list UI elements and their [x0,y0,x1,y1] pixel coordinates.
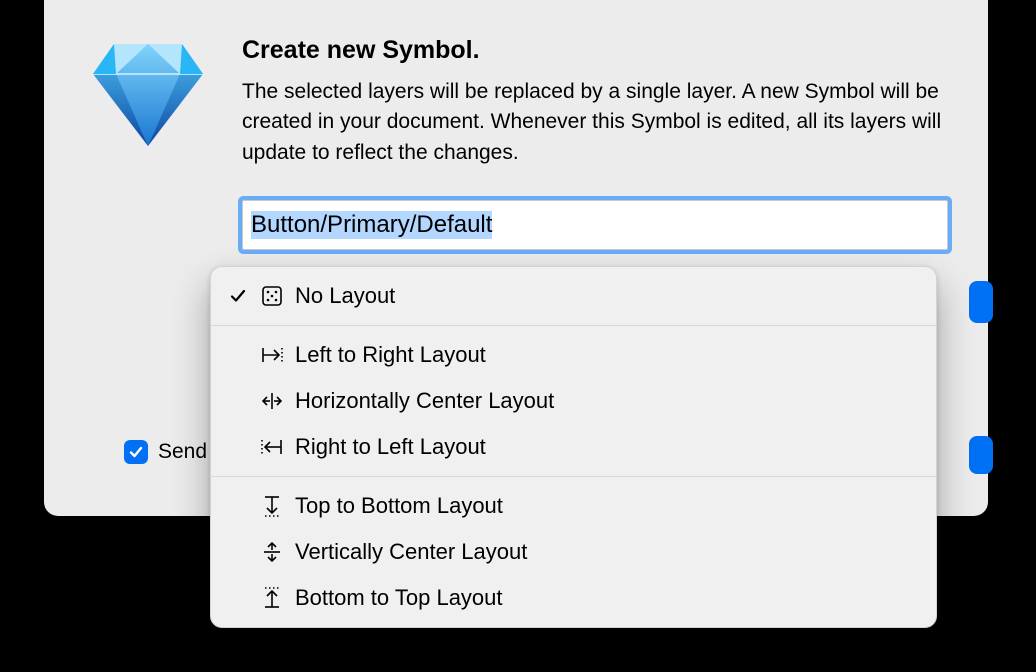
menu-separator [211,325,936,326]
arrow-down-bar-icon [259,494,285,518]
layout-option-ltr[interactable]: Left to Right Layout [211,332,936,378]
arrow-right-bar-icon [259,345,285,365]
checkbox-checked-icon[interactable] [124,440,148,464]
layout-option-ttb[interactable]: Top to Bottom Layout [211,483,936,529]
layout-option-hcenter[interactable]: Horizontally Center Layout [211,378,936,424]
dialog-title: Create new Symbol. [242,36,948,65]
checkmark-icon [227,287,249,305]
layout-option-label: Horizontally Center Layout [295,388,554,414]
layout-option-btt[interactable]: Bottom to Top Layout [211,575,936,621]
layout-option-rtl[interactable]: Right to Left Layout [211,424,936,470]
menu-separator [211,476,936,477]
arrows-v-center-icon [259,540,285,564]
layout-dropdown-menu[interactable]: No Layout Left to Right Layout Horizonta… [210,266,937,628]
dropdown-button-edge[interactable] [969,281,993,323]
layout-option-label: Right to Left Layout [295,434,486,460]
grid-dots-icon [259,285,285,307]
sketch-diamond-icon [84,36,212,250]
arrow-up-bar-icon [259,586,285,610]
layout-option-no-layout[interactable]: No Layout [211,273,936,319]
layout-option-label: Bottom to Top Layout [295,585,503,611]
dialog-description: The selected layers will be replaced by … [242,77,948,168]
layout-option-label: Left to Right Layout [295,342,486,368]
primary-button-edge[interactable] [969,436,993,474]
arrows-h-center-icon [259,391,285,411]
layout-option-label: No Layout [295,283,395,309]
symbol-name-input[interactable] [242,200,948,250]
layout-option-vcenter[interactable]: Vertically Center Layout [211,529,936,575]
layout-option-label: Vertically Center Layout [295,539,527,565]
arrow-left-bar-icon [259,437,285,457]
layout-option-label: Top to Bottom Layout [295,493,503,519]
